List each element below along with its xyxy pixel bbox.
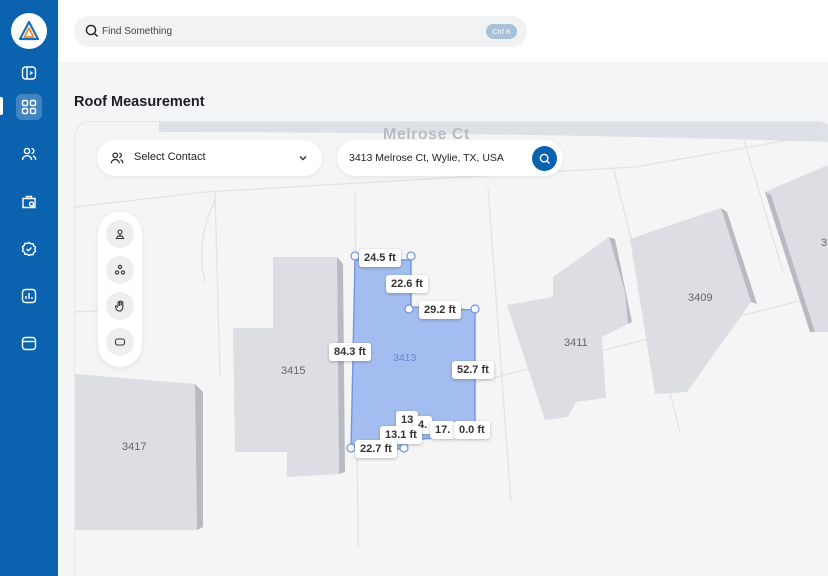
search-icon xyxy=(539,153,550,164)
search-icon xyxy=(85,24,98,37)
address-input[interactable] xyxy=(349,140,524,176)
search-shortcut-badge: Ctrl K xyxy=(486,24,517,39)
street-area xyxy=(159,122,828,142)
sidebar-toggle-button[interactable] xyxy=(16,60,42,86)
page-title: Roof Measurement xyxy=(74,94,205,110)
logo-icon xyxy=(18,20,40,41)
calendar-icon xyxy=(21,336,37,351)
badge-check-icon xyxy=(21,241,37,257)
sidebar-item-dashboard[interactable] xyxy=(16,94,42,120)
measurement-label[interactable]: 29.2 ft xyxy=(419,301,461,319)
lot-label: 3415 xyxy=(281,365,306,377)
tool-pan[interactable] xyxy=(106,292,134,320)
sidebar-item-badges[interactable] xyxy=(16,236,42,262)
map-canvas[interactable]: Melrose Ct 3417 3415 3413 3411 3409 3 xyxy=(74,121,828,576)
tool-rectangle[interactable] xyxy=(106,328,134,356)
measurement-label[interactable]: 24.5 ft xyxy=(359,249,401,267)
top-header: Ctrl K xyxy=(58,0,828,62)
address-search xyxy=(337,140,563,176)
hand-icon xyxy=(114,300,124,312)
search-input[interactable] xyxy=(102,16,482,47)
measurement-label[interactable]: 17. xyxy=(430,421,456,439)
sidebar-item-reports[interactable] xyxy=(16,283,42,309)
rectangle-icon xyxy=(114,338,126,346)
nodes-icon xyxy=(114,264,126,275)
sidebar-item-inspections[interactable] xyxy=(16,189,42,215)
measurement-label[interactable]: 52.7 ft xyxy=(452,361,494,379)
grid-icon xyxy=(21,99,37,115)
app-root: Ctrl K Roof Measurement xyxy=(0,0,828,576)
global-search: Ctrl K xyxy=(74,16,527,47)
active-nav-marker xyxy=(0,97,3,115)
lot-label: 3417 xyxy=(122,441,147,453)
tool-pin[interactable] xyxy=(106,220,134,248)
document-search-icon xyxy=(22,195,36,209)
app-logo[interactable] xyxy=(11,13,47,49)
address-search-button[interactable] xyxy=(532,146,557,171)
sidebar-toggle-icon xyxy=(21,66,37,80)
measurement-label[interactable]: 22.6 ft xyxy=(386,275,428,293)
lot-label: 3 xyxy=(821,237,828,249)
sidebar-item-contacts[interactable] xyxy=(16,141,42,167)
selected-roof-label: 3413 xyxy=(393,352,417,364)
measurement-label[interactable]: 22.7 ft xyxy=(355,440,397,458)
sidebar-item-calendar[interactable] xyxy=(16,330,42,356)
contact-select-label: Select Contact xyxy=(134,151,206,163)
tool-polygon[interactable] xyxy=(106,256,134,284)
chevron-down-icon xyxy=(299,156,307,161)
users-icon xyxy=(21,147,37,161)
map-base xyxy=(75,122,828,548)
pin-icon xyxy=(115,229,125,240)
sidebar xyxy=(0,0,58,576)
contact-select[interactable]: Select Contact xyxy=(97,140,322,176)
chart-icon xyxy=(21,288,37,304)
measurement-label[interactable]: 0.0 ft xyxy=(454,421,490,439)
lot-label: 3411 xyxy=(564,337,588,349)
users-icon xyxy=(110,152,124,164)
lot-label: 3409 xyxy=(688,292,713,304)
map-tool-palette xyxy=(98,212,142,367)
measurement-label[interactable]: 84.3 ft xyxy=(329,343,371,361)
